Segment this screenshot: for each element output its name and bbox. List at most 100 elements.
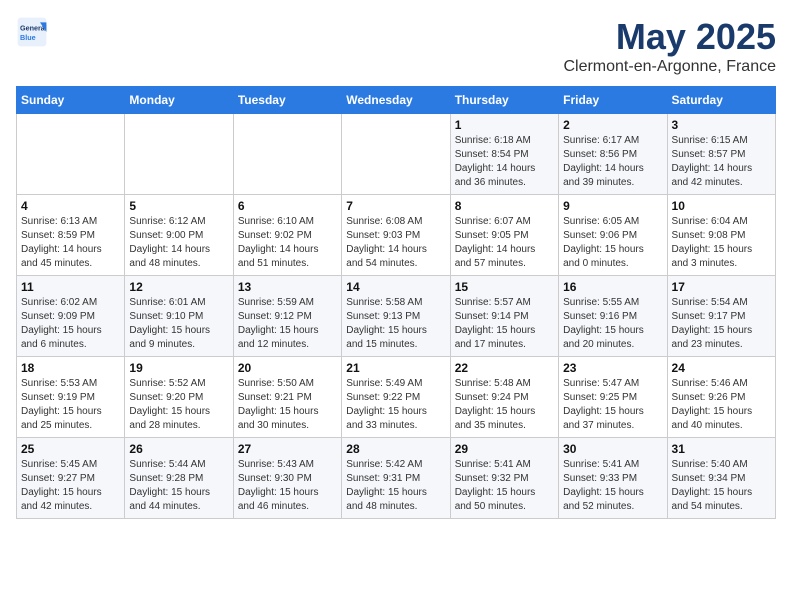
calendar-cell: 19Sunrise: 5:52 AM Sunset: 9:20 PM Dayli…	[125, 357, 233, 438]
calendar-cell: 23 Sunrise: 5:47 AM Sunset: 9:25 PM Dayli…	[559, 357, 667, 438]
day-number: 31	[672, 442, 771, 456]
calendar-cell: 4Sunrise: 6:13 AM Sunset: 8:59 PM Daylig…	[17, 195, 125, 276]
day-number: 6	[238, 199, 337, 213]
calendar-cell: 22Sunrise: 5:48 AM Sunset: 9:24 PM Dayli…	[450, 357, 558, 438]
calendar-cell: 12 Sunrise: 6:01 AM Sunset: 9:10 PM Dayli…	[125, 276, 233, 357]
week-row-3: 11 Sunrise: 6:02 AM Sunset: 9:09 PM Dayli…	[17, 276, 776, 357]
day-number: 29	[455, 442, 554, 456]
title-area: May 2025 Clermont-en-Argonne, France	[563, 16, 776, 76]
day-number: 28	[346, 442, 445, 456]
calendar-cell: 3 Sunrise: 6:15 AM Sunset: 8:57 PM Daylig…	[667, 114, 775, 195]
day-info: Sunrise: 6:12 AM Sunset: 9:00 PM Dayligh…	[129, 215, 228, 271]
day-info: Sunrise: 6:08 AM Sunset: 9:03 PM Dayligh…	[346, 215, 445, 271]
day-number: 24	[672, 361, 771, 375]
day-number: 26	[129, 442, 228, 456]
day-info: Sunrise: 5:53 AM Sunset: 9:19 PM Dayligh…	[21, 377, 120, 433]
calendar-body: 1 Sunrise: 6:18 AM Sunset: 8:54 PM Daylig…	[17, 114, 776, 519]
logo: General Blue	[16, 16, 48, 48]
day-info: Sunrise: 5:52 AM Sunset: 9:20 PM Dayligh…	[129, 377, 228, 433]
day-number: 23	[563, 361, 662, 375]
calendar-cell: 17 Sunrise: 5:54 AM Sunset: 9:17 PM Dayli…	[667, 276, 775, 357]
calendar-cell: 28 Sunrise: 5:42 AM Sunset: 9:31 PM Dayli…	[342, 438, 450, 519]
day-number: 4	[21, 199, 120, 213]
day-info: Sunrise: 5:42 AM Sunset: 9:31 PM Dayligh…	[346, 458, 445, 514]
day-number: 7	[346, 199, 445, 213]
day-number: 9	[563, 199, 662, 213]
day-info: Sunrise: 5:45 AM Sunset: 9:27 PM Dayligh…	[21, 458, 120, 514]
calendar-cell: 16 Sunrise: 5:55 AM Sunset: 9:16 PM Dayli…	[559, 276, 667, 357]
day-info: Sunrise: 5:43 AM Sunset: 9:30 PM Dayligh…	[238, 458, 337, 514]
day-info: Sunrise: 5:44 AM Sunset: 9:28 PM Dayligh…	[129, 458, 228, 514]
subtitle: Clermont-en-Argonne, France	[563, 58, 776, 76]
day-number: 30	[563, 442, 662, 456]
day-info: Sunrise: 5:41 AM Sunset: 9:33 PM Dayligh…	[563, 458, 662, 514]
day-info: Sunrise: 5:46 AM Sunset: 9:26 PM Dayligh…	[672, 377, 771, 433]
calendar-cell: 7 Sunrise: 6:08 AM Sunset: 9:03 PM Daylig…	[342, 195, 450, 276]
day-number: 21	[346, 361, 445, 375]
header-cell-tuesday: Tuesday	[233, 87, 341, 114]
day-number: 8	[455, 199, 554, 213]
week-row-5: 25 Sunrise: 5:45 AM Sunset: 9:27 PM Dayli…	[17, 438, 776, 519]
calendar-cell	[125, 114, 233, 195]
calendar-cell: 8Sunrise: 6:07 AM Sunset: 9:05 PM Daylig…	[450, 195, 558, 276]
day-info: Sunrise: 5:57 AM Sunset: 9:14 PM Dayligh…	[455, 296, 554, 352]
main-title: May 2025	[563, 16, 776, 58]
calendar-cell	[233, 114, 341, 195]
calendar-cell: 11 Sunrise: 6:02 AM Sunset: 9:09 PM Dayli…	[17, 276, 125, 357]
day-info: Sunrise: 6:02 AM Sunset: 9:09 PM Dayligh…	[21, 296, 120, 352]
calendar-cell	[17, 114, 125, 195]
day-info: Sunrise: 6:18 AM Sunset: 8:54 PM Dayligh…	[455, 134, 554, 190]
calendar-cell: 24 Sunrise: 5:46 AM Sunset: 9:26 PM Dayli…	[667, 357, 775, 438]
header-cell-friday: Friday	[559, 87, 667, 114]
day-number: 12	[129, 280, 228, 294]
day-info: Sunrise: 5:48 AM Sunset: 9:24 PM Dayligh…	[455, 377, 554, 433]
day-info: Sunrise: 5:55 AM Sunset: 9:16 PM Dayligh…	[563, 296, 662, 352]
calendar-cell: 29Sunrise: 5:41 AM Sunset: 9:32 PM Dayli…	[450, 438, 558, 519]
day-info: Sunrise: 6:01 AM Sunset: 9:10 PM Dayligh…	[129, 296, 228, 352]
week-row-2: 4Sunrise: 6:13 AM Sunset: 8:59 PM Daylig…	[17, 195, 776, 276]
calendar-cell: 27 Sunrise: 5:43 AM Sunset: 9:30 PM Dayli…	[233, 438, 341, 519]
day-info: Sunrise: 5:40 AM Sunset: 9:34 PM Dayligh…	[672, 458, 771, 514]
calendar-cell: 1 Sunrise: 6:18 AM Sunset: 8:54 PM Daylig…	[450, 114, 558, 195]
header-cell-wednesday: Wednesday	[342, 87, 450, 114]
calendar-cell: 9Sunrise: 6:05 AM Sunset: 9:06 PM Daylig…	[559, 195, 667, 276]
calendar-cell: 26 Sunrise: 5:44 AM Sunset: 9:28 PM Dayli…	[125, 438, 233, 519]
calendar-cell: 21 Sunrise: 5:49 AM Sunset: 9:22 PM Dayli…	[342, 357, 450, 438]
day-info: Sunrise: 5:49 AM Sunset: 9:22 PM Dayligh…	[346, 377, 445, 433]
calendar-cell: 20Sunrise: 5:50 AM Sunset: 9:21 PM Dayli…	[233, 357, 341, 438]
week-row-4: 18 Sunrise: 5:53 AM Sunset: 9:19 PM Dayli…	[17, 357, 776, 438]
day-number: 16	[563, 280, 662, 294]
day-info: Sunrise: 5:54 AM Sunset: 9:17 PM Dayligh…	[672, 296, 771, 352]
calendar-header: SundayMondayTuesdayWednesdayThursdayFrid…	[17, 87, 776, 114]
header-cell-monday: Monday	[125, 87, 233, 114]
day-info: Sunrise: 6:17 AM Sunset: 8:56 PM Dayligh…	[563, 134, 662, 190]
calendar-cell: 13Sunrise: 5:59 AM Sunset: 9:12 PM Dayli…	[233, 276, 341, 357]
day-info: Sunrise: 5:47 AM Sunset: 9:25 PM Dayligh…	[563, 377, 662, 433]
calendar-cell: 2 Sunrise: 6:17 AM Sunset: 8:56 PM Daylig…	[559, 114, 667, 195]
header-row: SundayMondayTuesdayWednesdayThursdayFrid…	[17, 87, 776, 114]
day-info: Sunrise: 5:58 AM Sunset: 9:13 PM Dayligh…	[346, 296, 445, 352]
day-number: 11	[21, 280, 120, 294]
calendar-cell: 6Sunrise: 6:10 AM Sunset: 9:02 PM Daylig…	[233, 195, 341, 276]
day-number: 3	[672, 118, 771, 132]
day-number: 15	[455, 280, 554, 294]
calendar-cell: 14 Sunrise: 5:58 AM Sunset: 9:13 PM Dayli…	[342, 276, 450, 357]
day-number: 14	[346, 280, 445, 294]
calendar-cell: 15 Sunrise: 5:57 AM Sunset: 9:14 PM Dayli…	[450, 276, 558, 357]
calendar-table: SundayMondayTuesdayWednesdayThursdayFrid…	[16, 86, 776, 519]
day-number: 10	[672, 199, 771, 213]
day-number: 1	[455, 118, 554, 132]
day-number: 17	[672, 280, 771, 294]
day-info: Sunrise: 5:50 AM Sunset: 9:21 PM Dayligh…	[238, 377, 337, 433]
header: General Blue May 2025 Clermont-en-Argonn…	[16, 16, 776, 76]
day-number: 13	[238, 280, 337, 294]
svg-text:Blue: Blue	[20, 33, 36, 42]
calendar-cell: 30 Sunrise: 5:41 AM Sunset: 9:33 PM Dayli…	[559, 438, 667, 519]
day-number: 27	[238, 442, 337, 456]
day-number: 2	[563, 118, 662, 132]
calendar-cell	[342, 114, 450, 195]
header-cell-thursday: Thursday	[450, 87, 558, 114]
day-number: 25	[21, 442, 120, 456]
day-number: 18	[21, 361, 120, 375]
day-info: Sunrise: 6:15 AM Sunset: 8:57 PM Dayligh…	[672, 134, 771, 190]
